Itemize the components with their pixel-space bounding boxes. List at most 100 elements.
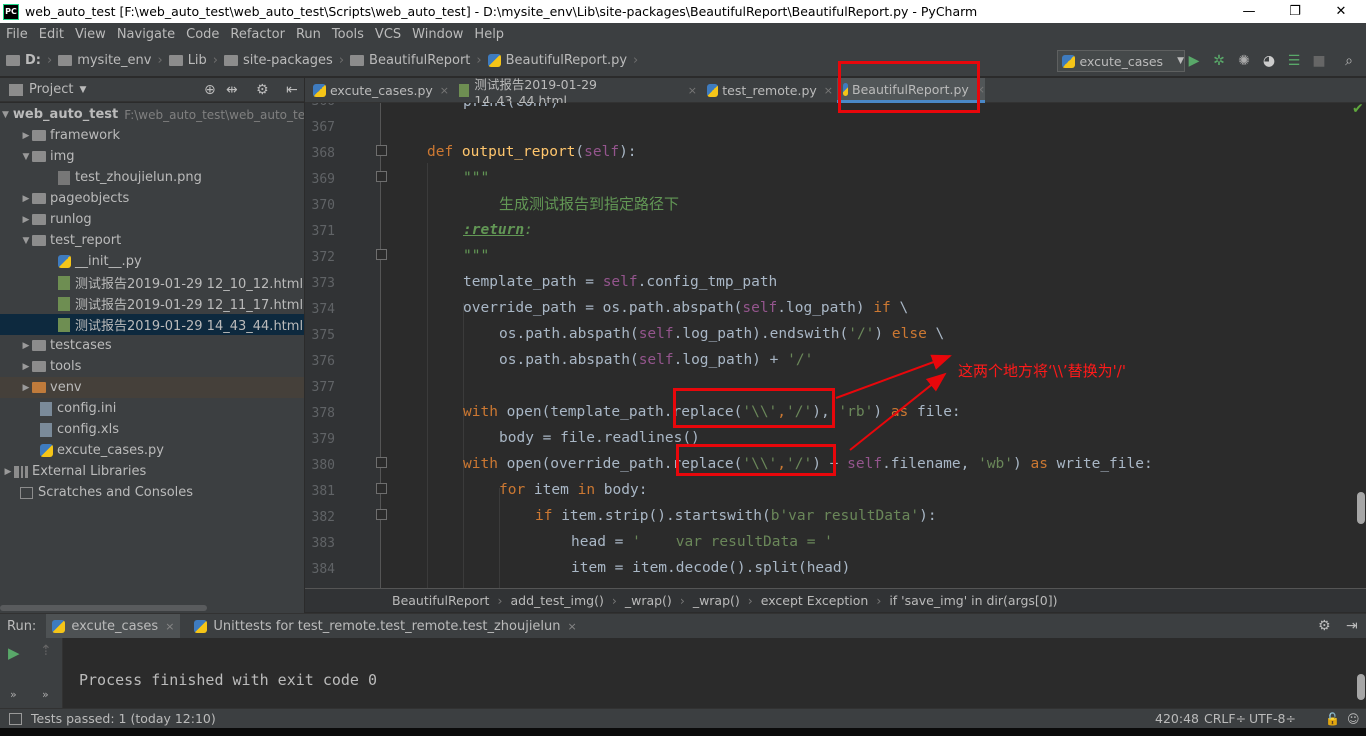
chevron-right-icon[interactable]: ▶ — [20, 341, 32, 351]
debug-icon[interactable]: ✲ — [1210, 52, 1228, 70]
concurrency-icon[interactable]: ☰ — [1285, 52, 1303, 70]
fold-marker[interactable] — [376, 249, 387, 260]
search-icon[interactable]: ⌕ — [1340, 52, 1358, 70]
chevron-right-icon[interactable]: ▶ — [20, 215, 32, 225]
tree-item-framework[interactable]: ▶ framework — [0, 125, 304, 146]
tree-item-venv[interactable]: ▶ venv — [0, 377, 304, 398]
gear-icon[interactable]: ⚙ — [256, 82, 269, 98]
menu-view[interactable]: View — [69, 27, 111, 42]
menu-vcs[interactable]: VCS — [369, 27, 406, 42]
breadcrumb-item[interactable]: BeautifulReport — [392, 593, 489, 608]
tab-excute-cases[interactable]: excute_cases.py × — [307, 78, 449, 103]
tree-item-config-xls[interactable]: config.xls — [0, 419, 304, 440]
file-encoding[interactable]: UTF-8÷ — [1249, 711, 1296, 726]
menu-run[interactable]: Run — [290, 27, 326, 42]
chevron-right-icon[interactable]: ▶ — [20, 194, 32, 204]
menu-edit[interactable]: Edit — [33, 27, 69, 42]
restore-button[interactable]: ❐ — [1272, 0, 1318, 23]
up-arrow-icon[interactable]: ⇡ — [40, 643, 52, 659]
fold-marker[interactable] — [376, 145, 387, 156]
chevron-down-icon[interactable]: ▼ — [20, 152, 32, 162]
nav-crumb-mysite-env[interactable]: mysite_env › — [52, 53, 163, 68]
tab-test-remote[interactable]: test_remote.py × — [701, 78, 833, 103]
project-panel-title[interactable]: Project — [29, 82, 73, 97]
tree-item-testcases[interactable]: ▶ testcases — [0, 335, 304, 356]
tool-window-icon[interactable] — [9, 712, 22, 725]
chevron-down-icon[interactable]: ▼ — [79, 85, 86, 95]
close-icon[interactable]: × — [688, 84, 697, 97]
menu-help[interactable]: Help — [468, 27, 509, 42]
chevron-right-icon[interactable]: ▶ — [20, 362, 32, 372]
chevron-right-icon[interactable]: ▶ — [20, 131, 32, 141]
tree-item-web-auto-test[interactable]: ▼ web_auto_test F:\web_auto_test\web_auto_… — [0, 104, 304, 125]
code-editor[interactable]: 366 367 368 369 370 371 372 373 374 375 … — [305, 103, 1350, 588]
menu-navigate[interactable]: Navigate — [111, 27, 180, 42]
tree-item-init-py[interactable]: __init__.py — [0, 251, 304, 272]
inspector-icon[interactable]: ☺ — [1347, 712, 1360, 726]
editor-vscrollbar[interactable] — [1357, 492, 1365, 524]
tree-item-config-ini[interactable]: config.ini — [0, 398, 304, 419]
project-tree-hscrollbar[interactable] — [0, 605, 207, 611]
collapse-icon[interactable]: ⇹ — [226, 82, 238, 98]
menu-refactor[interactable]: Refactor — [224, 27, 290, 42]
menu-file[interactable]: File — [0, 27, 33, 42]
breadcrumb-item[interactable]: except Exception — [761, 593, 869, 608]
chevron-right-icon[interactable]: ▶ — [2, 467, 14, 477]
run-console[interactable]: Process finished with exit code 0 — [63, 638, 1356, 708]
tree-item-excute-cases-py[interactable]: excute_cases.py — [0, 440, 304, 461]
tree-item-runlog[interactable]: ▶ runlog — [0, 209, 304, 230]
tab-report-html[interactable]: 测试报告2019-01-29 14_43_44.html × — [453, 77, 697, 108]
menu-tools[interactable]: Tools — [326, 27, 369, 42]
stop-icon[interactable]: ■ — [1310, 52, 1328, 70]
more-icon[interactable]: » — [10, 688, 17, 701]
chevron-down-icon[interactable]: ▼ — [2, 110, 9, 120]
close-icon[interactable]: × — [165, 620, 174, 633]
fold-marker[interactable] — [376, 509, 387, 520]
run-tab-unittests[interactable]: Unittests for test_remote.test_remote.te… — [194, 619, 577, 634]
close-icon[interactable]: × — [568, 620, 577, 633]
tree-item-test-report[interactable]: ▼ test_report — [0, 230, 304, 251]
tree-item-scratches[interactable]: Scratches and Consoles — [0, 482, 304, 503]
minimize-button[interactable]: — — [1226, 0, 1272, 23]
nav-crumb-drive[interactable]: D: › — [0, 53, 52, 68]
rerun-icon[interactable]: ▶ — [8, 644, 20, 662]
line-separator[interactable]: CRLF÷ — [1204, 711, 1246, 726]
nav-crumb-file[interactable]: BeautifulReport.py › — [482, 53, 638, 68]
close-window-button[interactable]: ✕ — [1318, 0, 1364, 23]
tree-item-external-libraries[interactable]: ▶ External Libraries — [0, 461, 304, 482]
hide-icon[interactable]: ⇤ — [286, 82, 298, 98]
tree-item-report-2[interactable]: 测试报告2019-01-29 12_11_17.html — [0, 293, 304, 314]
chevron-down-icon[interactable]: ▼ — [20, 236, 32, 246]
profile-icon[interactable]: ◕ — [1260, 52, 1278, 70]
lock-icon[interactable]: 🔓 — [1325, 712, 1340, 726]
tree-item-report-1[interactable]: 测试报告2019-01-29 12_10_12.html — [0, 272, 304, 293]
run-icon[interactable]: ▶ — [1185, 52, 1203, 70]
hide-icon[interactable]: ⇥ — [1346, 618, 1358, 634]
fold-marker[interactable] — [376, 457, 387, 468]
nav-crumb-site-packages[interactable]: site-packages › — [218, 53, 344, 68]
tree-item-test-zhoujielun-png[interactable]: test_zhoujielun.png — [0, 167, 304, 188]
nav-crumb-beautifulreport[interactable]: BeautifulReport › — [344, 53, 482, 68]
nav-crumb-lib[interactable]: Lib › — [163, 53, 218, 68]
breadcrumb-item[interactable]: add_test_img() — [510, 593, 603, 608]
breadcrumb-item[interactable]: if 'save_img' in dir(args[0]) — [889, 593, 1057, 608]
breadcrumb-item[interactable]: _wrap() — [625, 593, 672, 608]
close-icon[interactable]: × — [440, 84, 449, 97]
run-tab-excute-cases[interactable]: excute_cases × — [46, 613, 181, 639]
tree-item-report-3[interactable]: 测试报告2019-01-29 14_43_44.html — [0, 314, 304, 335]
tree-item-img[interactable]: ▼ img — [0, 146, 304, 167]
breadcrumb-item[interactable]: _wrap() — [693, 593, 740, 608]
console-vscrollbar[interactable] — [1357, 674, 1365, 700]
gear-icon[interactable]: ⚙ — [1318, 618, 1331, 634]
chevron-right-icon[interactable]: ▶ — [20, 383, 32, 393]
more-icon[interactable]: » — [42, 688, 49, 701]
coverage-icon[interactable]: ✺ — [1235, 52, 1253, 70]
close-icon[interactable]: × — [824, 84, 833, 97]
caret-position[interactable]: 420:48 — [1155, 711, 1199, 726]
tree-item-tools[interactable]: ▶ tools — [0, 356, 304, 377]
locate-icon[interactable]: ⊕ — [204, 82, 216, 98]
run-configuration-select[interactable]: excute_cases ▼ — [1057, 50, 1185, 72]
menu-window[interactable]: Window — [406, 27, 468, 42]
fold-marker[interactable] — [376, 171, 387, 182]
tree-item-pageobjects[interactable]: ▶ pageobjects — [0, 188, 304, 209]
